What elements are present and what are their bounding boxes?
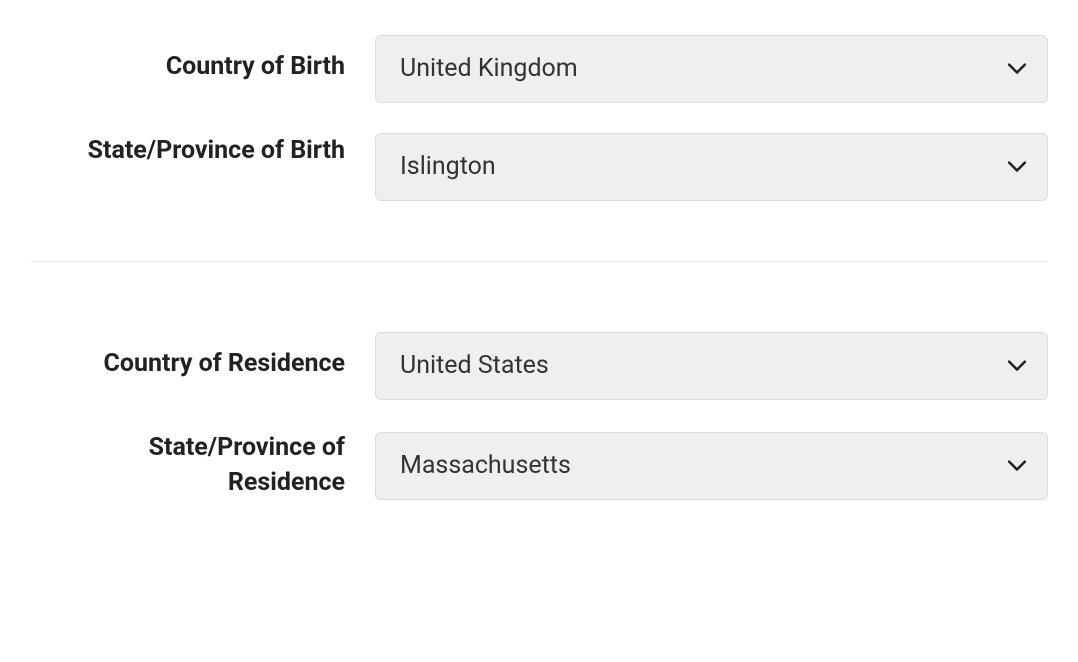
section-divider bbox=[30, 261, 1048, 262]
state-of-birth-select-wrapper: Islington bbox=[375, 133, 1048, 201]
country-of-residence-select-wrapper: United States bbox=[375, 332, 1048, 400]
country-of-birth-row: Country of Birth United Kingdom bbox=[30, 35, 1048, 103]
state-of-birth-select[interactable]: Islington bbox=[375, 133, 1048, 201]
country-of-residence-select[interactable]: United States bbox=[375, 332, 1048, 400]
state-of-residence-select[interactable]: Massachusetts bbox=[375, 432, 1048, 500]
state-of-residence-label: State/Province of Residence bbox=[30, 430, 375, 500]
state-of-residence-select-wrapper: Massachusetts bbox=[375, 432, 1048, 500]
state-of-birth-label: State/Province of Birth bbox=[30, 133, 375, 168]
country-of-birth-select[interactable]: United Kingdom bbox=[375, 35, 1048, 103]
state-of-birth-row: State/Province of Birth Islington bbox=[30, 133, 1048, 201]
country-of-birth-label: Country of Birth bbox=[30, 35, 375, 84]
country-of-residence-label: Country of Residence bbox=[30, 332, 375, 381]
country-of-birth-select-wrapper: United Kingdom bbox=[375, 35, 1048, 103]
state-of-residence-row: State/Province of Residence Massachusett… bbox=[30, 430, 1048, 500]
country-of-residence-row: Country of Residence United States bbox=[30, 332, 1048, 400]
